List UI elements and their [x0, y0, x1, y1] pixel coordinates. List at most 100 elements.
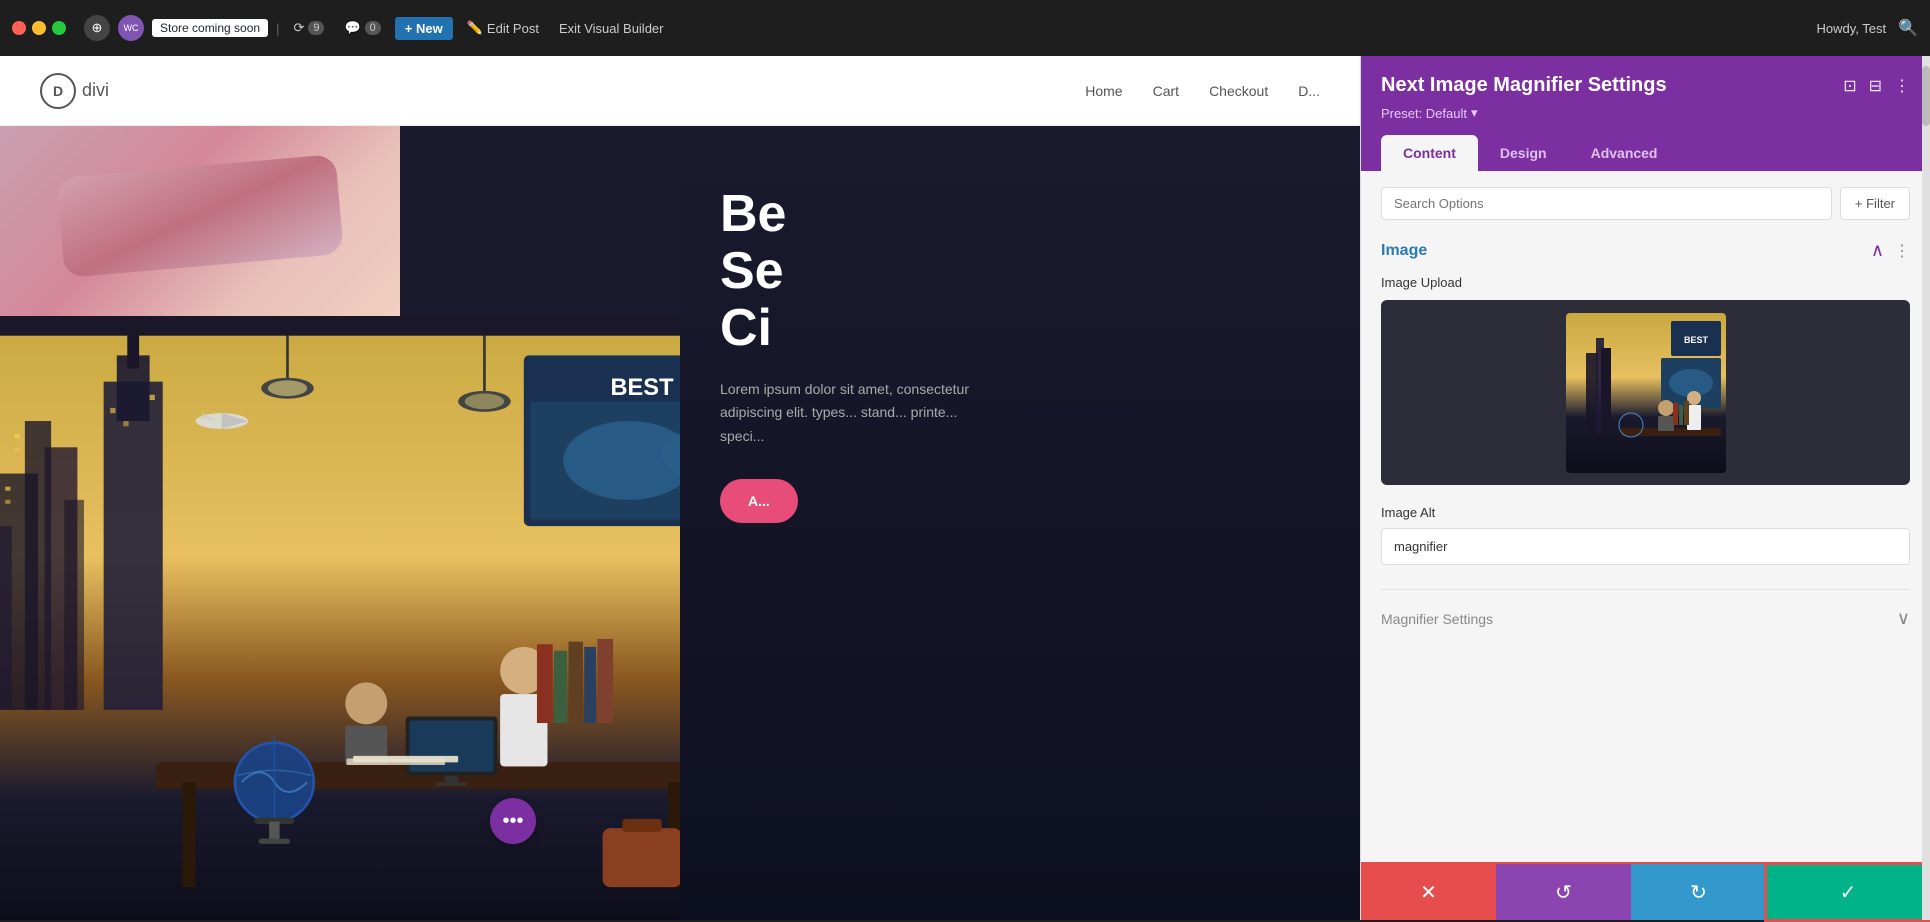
store-status-label[interactable]: Store coming soon — [152, 19, 268, 37]
scrollbar-track — [1922, 56, 1930, 920]
section-collapse-icon[interactable]: ∧ — [1871, 240, 1884, 261]
panel-footer: ✕ ↺ ↻ ✓ — [1361, 862, 1930, 920]
svg-text:BEST: BEST — [1683, 335, 1708, 345]
redo-button[interactable]: ↻ — [1631, 864, 1766, 920]
tab-advanced[interactable]: Advanced — [1569, 135, 1680, 171]
fab-button[interactable]: ••• — [490, 798, 536, 844]
image-panel: BEST — [0, 126, 680, 920]
heading-text: Be Se Ci — [720, 186, 1320, 358]
exit-builder-item[interactable]: Exit Visual Builder — [553, 17, 670, 40]
panel-header: Next Image Magnifier Settings ⊡ ⊟ ⋮ Pres… — [1361, 56, 1930, 171]
admin-bar: ⊕ WC Store coming soon | ⟳ 9 💬 0 + New ✏… — [0, 0, 1930, 56]
panel-title: Next Image Magnifier Settings — [1381, 74, 1667, 97]
text-panel: Be Se Ci Lorem ipsum dolor sit amet, con… — [680, 126, 1360, 920]
site-navigation: D divi Home Cart Checkout D... — [0, 56, 1360, 126]
more-icon[interactable]: ⋮ — [1894, 76, 1910, 96]
separator-1: | — [276, 21, 279, 36]
scrollbar-thumb[interactable] — [1922, 66, 1930, 126]
panel-body: + Filter Image ∧ ⋮ Image Upload — [1361, 171, 1930, 862]
thumb-image: BEST — [1566, 313, 1726, 473]
svg-text:BEST: BEST — [610, 375, 674, 401]
section-more-icon[interactable]: ⋮ — [1894, 241, 1910, 261]
undo-button[interactable]: ↺ — [1496, 864, 1631, 920]
heading-line3: Ci — [720, 299, 772, 357]
new-button[interactable]: + New — [395, 17, 453, 40]
panel-title-row: Next Image Magnifier Settings ⊡ ⊟ ⋮ — [1381, 74, 1910, 97]
preset-label: Preset: Default — [1381, 106, 1467, 121]
image-section-title: Image — [1381, 242, 1427, 260]
divi-logo: D divi — [40, 73, 109, 109]
woo-icon: WC — [124, 23, 139, 33]
heading-line2: Se — [720, 242, 784, 300]
preset-selector[interactable]: Preset: Default ▾ — [1381, 105, 1910, 121]
search-filter-row: + Filter — [1381, 187, 1910, 220]
filter-button[interactable]: + Filter — [1840, 187, 1910, 220]
image-section-header: Image ∧ ⋮ — [1381, 240, 1910, 261]
divi-logo-circle: D — [40, 73, 76, 109]
save-icon: ✓ — [1840, 880, 1857, 905]
cta-button[interactable]: A... — [720, 479, 798, 523]
panel-header-icons: ⊡ ⊟ ⋮ — [1843, 76, 1910, 96]
edit-post-item[interactable]: ✏️ Edit Post — [461, 16, 545, 40]
refresh-item[interactable]: ⟳ 9 — [287, 16, 330, 40]
site-preview: D divi Home Cart Checkout D... — [0, 56, 1360, 920]
woocommerce-logo[interactable]: WC — [118, 15, 144, 41]
dark-image-right — [400, 126, 680, 316]
tab-content[interactable]: Content — [1381, 135, 1478, 171]
comments-count: 0 — [365, 21, 381, 35]
howdy-label: Howdy, Test — [1816, 21, 1886, 36]
image-upload-area[interactable]: BEST — [1381, 300, 1910, 485]
window-minimize-button[interactable] — [32, 21, 46, 35]
minimize-icon[interactable]: ⊡ — [1843, 76, 1856, 96]
nav-home[interactable]: Home — [1085, 83, 1122, 99]
cancel-icon: ✕ — [1420, 880, 1437, 905]
window-maximize-button[interactable] — [52, 21, 66, 35]
image-upload-label: Image Upload — [1381, 275, 1910, 290]
refresh-count: 9 — [308, 21, 324, 35]
top-image — [0, 126, 680, 316]
preset-arrow-icon: ▾ — [1471, 105, 1478, 121]
pillow-decoration — [56, 154, 344, 278]
search-icon[interactable]: 🔍 — [1898, 18, 1918, 38]
window-controls — [12, 21, 66, 35]
admin-bar-right: Howdy, Test 🔍 — [1816, 18, 1918, 38]
site-content: BEST — [0, 126, 1360, 920]
nav-cart[interactable]: Cart — [1153, 83, 1179, 99]
main-area: D divi Home Cart Checkout D... — [0, 56, 1930, 920]
heading-line1: Be — [720, 185, 786, 243]
comments-item[interactable]: 💬 0 — [338, 16, 386, 40]
tab-design[interactable]: Design — [1478, 135, 1569, 171]
split-icon[interactable]: ⊟ — [1869, 76, 1882, 96]
undo-icon: ↺ — [1555, 880, 1572, 905]
pink-image-left — [0, 126, 400, 316]
save-button[interactable]: ✓ — [1764, 862, 1930, 922]
refresh-icon: ⟳ — [293, 20, 304, 36]
cancel-button[interactable]: ✕ — [1361, 864, 1496, 920]
nav-more[interactable]: D... — [1298, 83, 1320, 99]
fab-icon: ••• — [502, 810, 523, 833]
search-options-input[interactable] — [1394, 196, 1819, 211]
admin-bar-inner: ⊕ WC Store coming soon | ⟳ 9 💬 0 + New ✏… — [84, 15, 1806, 41]
window-close-button[interactable] — [12, 21, 26, 35]
settings-panel: Next Image Magnifier Settings ⊡ ⊟ ⋮ Pres… — [1360, 56, 1930, 920]
upload-thumbnail: BEST — [1566, 313, 1726, 473]
search-options-wrap — [1381, 187, 1832, 220]
magnifier-chevron-icon: ∨ — [1897, 608, 1910, 629]
image-alt-input[interactable] — [1381, 528, 1910, 565]
comments-icon: 💬 — [344, 20, 360, 36]
section-controls: ∧ ⋮ — [1871, 240, 1910, 261]
redo-icon: ↻ — [1690, 880, 1707, 905]
nav-checkout[interactable]: Checkout — [1209, 83, 1268, 99]
panel-tabs: Content Design Advanced — [1381, 135, 1910, 171]
thumb-svg: BEST — [1566, 313, 1726, 473]
magnifier-section-header[interactable]: Magnifier Settings ∨ — [1381, 608, 1910, 629]
wordpress-logo[interactable]: ⊕ — [84, 15, 110, 41]
office-image: BEST — [0, 316, 680, 920]
office-scene-svg: BEST — [0, 316, 680, 920]
edit-icon: ✏️ — [467, 20, 483, 36]
magnifier-section-title: Magnifier Settings — [1381, 611, 1493, 627]
magnifier-section: Magnifier Settings ∨ — [1381, 589, 1910, 629]
body-text: Lorem ipsum dolor sit amet, consectetur … — [720, 378, 1000, 449]
image-alt-label: Image Alt — [1381, 505, 1910, 520]
wp-icon: ⊕ — [92, 20, 103, 36]
